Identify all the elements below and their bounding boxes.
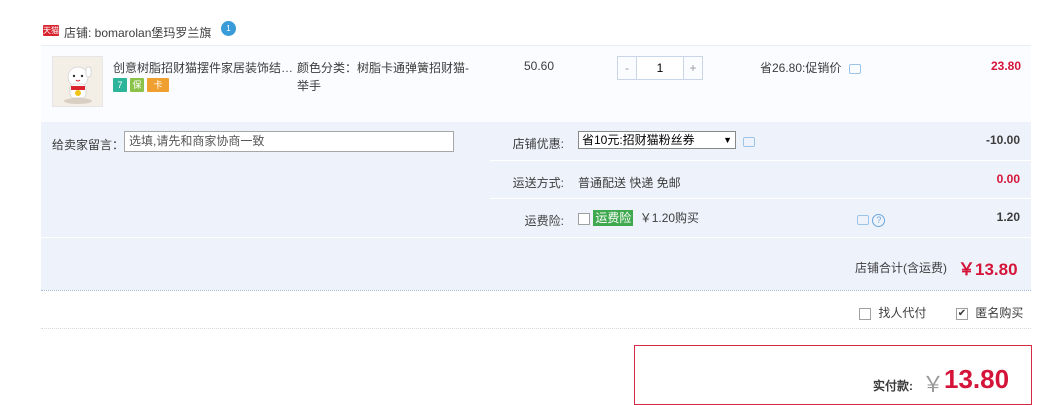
seven-day-return-icon[interactable]: 7 (113, 78, 127, 92)
pay-for-me-checkbox[interactable] (859, 307, 871, 320)
promotion-info: 省26.80:促销价 (760, 59, 861, 76)
coupon-discount-value: -10.00 (985, 133, 1020, 147)
anonymous-label: 匿名购买 (975, 306, 1024, 320)
promotion-text: 省26.80:促销价 (760, 61, 842, 75)
item-subtotal: 23.80 (990, 59, 1021, 73)
insurance-label: 运费险: (524, 214, 564, 228)
comment-icon[interactable] (857, 214, 869, 225)
store-name[interactable]: 店铺: bomarolan堡玛罗兰旗 (64, 24, 211, 41)
shipping-method: 普通配送 快递 免邮 (578, 176, 681, 190)
currency-symbol: ￥ (922, 372, 945, 397)
item-sku: 颜色分类：树脂卡通弹簧招财猫-举手 (297, 61, 469, 93)
product-thumbnail[interactable] (52, 56, 103, 107)
coupon-label: 店铺优惠: (512, 137, 564, 151)
shipping-fee-value: 0.00 (996, 172, 1020, 186)
wangwang-chat-icon[interactable]: 1 (221, 21, 236, 36)
insurance-option: 运费险 ￥1.20购买 (578, 209, 699, 226)
pay-for-me-label: 找人代付 (878, 306, 927, 320)
item-title[interactable]: 创意树脂招财猫摆件家居装饰结… (113, 59, 293, 76)
lucky-cat-image (53, 57, 102, 106)
insurance-price: ￥1.20购买 (639, 211, 700, 225)
coupon-selected-value: 省10元:招财猫粉丝券 (582, 133, 695, 147)
guarantee-icon[interactable]: 保 (130, 78, 144, 92)
item-row (41, 45, 1031, 122)
comment-icon[interactable] (848, 63, 861, 74)
divider (41, 237, 1031, 238)
comment-icon[interactable] (743, 137, 755, 147)
store-total-label: 店铺合计(含运费) (855, 261, 947, 275)
tmall-badge: 天猫 (43, 25, 59, 36)
divider (490, 198, 1031, 199)
actual-payment-value: 13.80 (944, 364, 1010, 394)
help-icon[interactable]: ? (872, 214, 886, 227)
shipping-label: 运送方式: (512, 176, 564, 190)
divider (41, 328, 1031, 329)
divider (41, 290, 1031, 291)
quantity-stepper: - 1 + (617, 56, 703, 80)
pay-for-me-option: 找人代付 (859, 304, 926, 321)
dropdown-arrow-icon: ▼ (723, 135, 732, 145)
insurance-help: ? (857, 212, 886, 227)
anonymous-checkbox[interactable]: ✔ (956, 307, 968, 320)
credit-card-icon[interactable]: 卡 (147, 78, 169, 92)
actual-payment-label: 实付款: (873, 379, 913, 393)
item-unit-price: 50.60 (524, 59, 555, 73)
message-label: 给卖家留言： (52, 138, 125, 152)
quantity-plus-button[interactable]: + (683, 56, 703, 80)
insurance-value: 1.20 (996, 210, 1020, 224)
message-to-seller-input[interactable]: 选填,请先和商家协商一致 (124, 131, 454, 152)
quantity-input[interactable]: 1 (637, 56, 683, 80)
store-total-value: ￥13.80 (958, 260, 1018, 279)
quantity-minus-button[interactable]: - (617, 56, 637, 80)
service-icons: 7 保 卡 (113, 78, 169, 92)
insurance-checkbox[interactable] (578, 212, 590, 225)
anonymous-option: ✔ 匿名购买 (956, 304, 1023, 321)
divider (490, 160, 1031, 161)
coupon-select[interactable]: 省10元:招财猫粉丝券 ▼ (578, 131, 736, 149)
insurance-tag: 运费险 (593, 210, 634, 226)
